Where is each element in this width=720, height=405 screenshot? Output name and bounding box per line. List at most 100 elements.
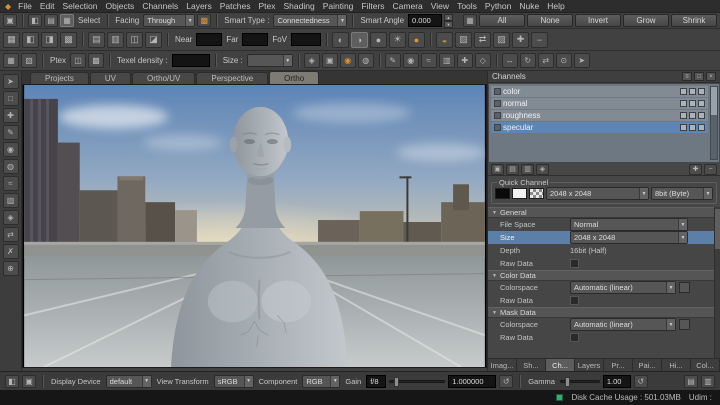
select-objects-icon[interactable]: ◧	[28, 14, 42, 27]
raw-data-checkbox[interactable]	[570, 296, 579, 305]
grid-toggle-icon[interactable]: ▨	[493, 32, 510, 48]
tab-uv[interactable]: UV	[90, 72, 131, 84]
palette-close-icon[interactable]: ×	[706, 72, 716, 81]
selection-tool-icon[interactable]: ▣	[3, 14, 17, 27]
size-prop-dropdown[interactable]: 2048 x 2048 ▼	[570, 231, 688, 244]
mask-colorspace-dropdown[interactable]: Automatic (linear) ▼	[570, 318, 676, 331]
raw-data-checkbox[interactable]	[570, 333, 579, 342]
tab-colors[interactable]: Col...	[691, 359, 720, 371]
channel-row-color[interactable]: color	[491, 86, 708, 97]
flat-lighting-icon[interactable]: ◐	[332, 32, 349, 48]
menu-item-ptex[interactable]: Ptex	[254, 1, 279, 11]
paint-through-icon[interactable]: ▩	[197, 14, 211, 27]
menu-item-layers[interactable]: Layers	[182, 1, 216, 11]
towpaint-tool-icon[interactable]: ⊕	[3, 261, 19, 276]
full-lighting-icon[interactable]: ●	[370, 32, 387, 48]
colorspace-options-button[interactable]	[679, 282, 690, 293]
checker-swatch[interactable]	[529, 188, 544, 199]
slice-tool-icon[interactable]: ✗	[3, 244, 19, 259]
selection-grid-icon[interactable]: ▦	[463, 14, 477, 27]
gamma-input[interactable]: 1.00	[603, 375, 631, 388]
tab-ortho-uv[interactable]: Ortho/UV	[132, 72, 195, 84]
scrollbar-thumb[interactable]	[715, 209, 720, 249]
transform-select-icon[interactable]: ➤	[574, 53, 590, 68]
tab-layers[interactable]: Layers	[575, 359, 604, 371]
gain-reset-icon[interactable]: ↺	[499, 375, 513, 388]
quick-depth-dropdown[interactable]: 8bit (Byte) ▼	[651, 187, 713, 200]
section-mask-data[interactable]: ▼ Mask Data	[488, 307, 720, 318]
menu-item-help[interactable]: Help	[543, 1, 568, 11]
smart-angle-stepper[interactable]: ▲ ▼	[444, 14, 453, 27]
gain-slider[interactable]	[389, 380, 445, 383]
texel-density-input[interactable]	[172, 54, 210, 67]
transform-move-icon[interactable]: ↔	[502, 53, 518, 68]
ptex-subdivide-icon[interactable]: ◫	[70, 53, 86, 68]
paint-add-icon[interactable]: ✚	[457, 53, 473, 68]
mirror-toggle-icon[interactable]: ⇄	[474, 32, 491, 48]
mask-colorspace-options-button[interactable]	[679, 319, 690, 330]
vector-tool-icon[interactable]: ◈	[3, 210, 19, 225]
menu-item-tools[interactable]: Tools	[453, 1, 481, 11]
properties-scrollbar[interactable]	[714, 207, 720, 358]
paint-tool-icon[interactable]: ✎	[3, 125, 19, 140]
fullscreen-icon[interactable]: ▥	[701, 375, 715, 388]
new-channel-icon[interactable]: ✚	[689, 164, 702, 175]
menu-item-shading[interactable]: Shading	[279, 1, 318, 11]
add-channel-icon[interactable]: ▣	[491, 164, 504, 175]
raw-data-checkbox[interactable]	[570, 259, 579, 268]
menu-item-channels[interactable]: Channels	[138, 1, 182, 11]
view-mode-icon-6[interactable]: ▥	[107, 32, 124, 48]
paint-brush-icon[interactable]: ✎	[385, 53, 401, 68]
menu-item-objects[interactable]: Objects	[101, 1, 138, 11]
near-input[interactable]	[196, 33, 222, 46]
tab-projects-palette[interactable]: Pr...	[604, 359, 633, 371]
transform-tool-icon[interactable]: ✚	[3, 108, 19, 123]
component-dropdown[interactable]: RGB ▼	[302, 375, 340, 388]
gamma-slider[interactable]	[560, 380, 600, 383]
uv-set-icon-2[interactable]: ▣	[322, 53, 338, 68]
menu-item-nuke[interactable]: Nuke	[515, 1, 543, 11]
tab-perspective[interactable]: Perspective	[196, 72, 268, 84]
menu-item-view[interactable]: View	[427, 1, 453, 11]
eraser-tool-icon[interactable]: ◉	[3, 142, 19, 157]
view-mode-icon-7[interactable]: ◫	[126, 32, 143, 48]
facing-dropdown[interactable]: Through ▼	[143, 14, 195, 27]
wireframe-toggle-icon[interactable]: ▧	[455, 32, 472, 48]
gain-slider-thumb[interactable]	[394, 377, 399, 387]
menu-item-patches[interactable]: Patches	[216, 1, 255, 11]
tab-shaders[interactable]: Sh...	[517, 359, 546, 371]
shaded-icon[interactable]: ▧	[21, 53, 37, 68]
transform-rotate-icon[interactable]: ↻	[520, 53, 536, 68]
select-faces-icon[interactable]: ▦	[60, 14, 74, 27]
select-grow-button[interactable]: Grow	[623, 14, 669, 27]
paint-gradient-icon[interactable]: ▥	[439, 53, 455, 68]
channel-row-specular[interactable]: specular	[491, 122, 708, 133]
swatch-toggle-icon[interactable]: ◧	[5, 375, 19, 388]
gain-fstop-field[interactable]: f/8	[366, 375, 386, 388]
palette-detach-icon[interactable]: □	[694, 72, 704, 81]
clone-tool-icon[interactable]: ◍	[3, 159, 19, 174]
fov-input[interactable]	[291, 33, 321, 46]
menu-item-painting[interactable]: Painting	[319, 1, 358, 11]
menu-item-filters[interactable]: Filters	[357, 1, 388, 11]
paint-smear-icon[interactable]: ≈	[421, 53, 437, 68]
select-patches-icon[interactable]: ▤	[44, 14, 58, 27]
background-toggle-icon[interactable]: ▣	[22, 375, 36, 388]
section-color-data[interactable]: ▼ Color Data	[488, 270, 720, 281]
view-mode-icon-3[interactable]: ◨	[41, 32, 58, 48]
smart-angle-input[interactable]: 0.000	[408, 14, 442, 27]
tab-ortho[interactable]: Ortho	[269, 71, 319, 84]
remove-view-icon[interactable]: −	[531, 32, 548, 48]
menu-item-python[interactable]: Python	[481, 1, 515, 11]
remove-channel-icon[interactable]: −	[704, 164, 717, 175]
paint-blur-icon[interactable]: ◉	[403, 53, 419, 68]
add-view-icon[interactable]: ✚	[512, 32, 529, 48]
view-mode-icon-4[interactable]: ▩	[60, 32, 77, 48]
file-space-dropdown[interactable]: Normal ▼	[570, 218, 688, 231]
screenshot-icon[interactable]: ▤	[684, 375, 698, 388]
environment-light-icon[interactable]: ☀	[389, 32, 406, 48]
viewport-canvas[interactable]	[22, 84, 487, 368]
channel-row-normal[interactable]: normal	[491, 98, 708, 109]
gradient-tool-icon[interactable]: ▧	[3, 193, 19, 208]
tab-image-manager[interactable]: Imag...	[488, 359, 517, 371]
